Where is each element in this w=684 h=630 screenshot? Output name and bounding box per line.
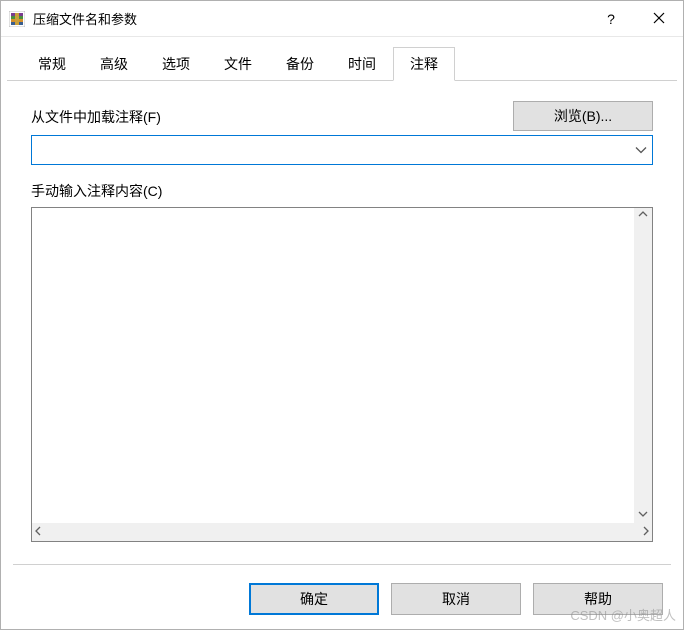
window-title: 压缩文件名和参数 bbox=[33, 9, 587, 28]
manual-comment-label: 手动输入注释内容(C) bbox=[31, 181, 653, 201]
dialog-window: 压缩文件名和参数 ? 常规 高级 选项 文件 备份 时间 注释 从文件中加载注释… bbox=[0, 0, 684, 630]
load-from-file-label: 从文件中加载注释(F) bbox=[31, 107, 161, 127]
titlebar: 压缩文件名和参数 ? bbox=[1, 1, 683, 37]
tab-time[interactable]: 时间 bbox=[331, 47, 393, 81]
close-icon bbox=[653, 11, 665, 27]
close-button[interactable] bbox=[635, 1, 683, 36]
vertical-scrollbar[interactable] bbox=[634, 208, 652, 523]
tab-bar: 常规 高级 选项 文件 备份 时间 注释 bbox=[7, 37, 677, 81]
scroll-right-icon bbox=[642, 526, 650, 539]
tab-content: 从文件中加载注释(F) 浏览(B)... 手动输入注释内容(C) bbox=[1, 81, 683, 552]
help-icon: ? bbox=[607, 11, 615, 27]
horizontal-scrollbar[interactable] bbox=[32, 523, 652, 541]
app-icon bbox=[9, 11, 25, 27]
dialog-footer: 确定 取消 帮助 bbox=[1, 569, 683, 629]
scroll-down-icon bbox=[638, 510, 648, 521]
tab-options[interactable]: 选项 bbox=[145, 47, 207, 81]
load-row: 从文件中加载注释(F) 浏览(B)... bbox=[31, 101, 653, 131]
footer-divider bbox=[13, 564, 671, 565]
cancel-button[interactable]: 取消 bbox=[391, 583, 521, 615]
scroll-up-icon bbox=[638, 210, 648, 221]
tab-files[interactable]: 文件 bbox=[207, 47, 269, 81]
comment-textarea[interactable] bbox=[32, 208, 634, 523]
tab-comment[interactable]: 注释 bbox=[393, 47, 455, 81]
ok-button[interactable]: 确定 bbox=[249, 583, 379, 615]
tab-general[interactable]: 常规 bbox=[21, 47, 83, 81]
comment-textarea-wrap bbox=[31, 207, 653, 542]
tab-advanced[interactable]: 高级 bbox=[83, 47, 145, 81]
titlebar-buttons: ? bbox=[587, 1, 683, 36]
browse-button[interactable]: 浏览(B)... bbox=[513, 101, 653, 131]
scroll-left-icon bbox=[34, 526, 42, 539]
help-footer-button[interactable]: 帮助 bbox=[533, 583, 663, 615]
tab-backup[interactable]: 备份 bbox=[269, 47, 331, 81]
file-path-input[interactable] bbox=[31, 135, 653, 165]
file-path-combo[interactable] bbox=[31, 135, 653, 165]
help-button[interactable]: ? bbox=[587, 1, 635, 36]
